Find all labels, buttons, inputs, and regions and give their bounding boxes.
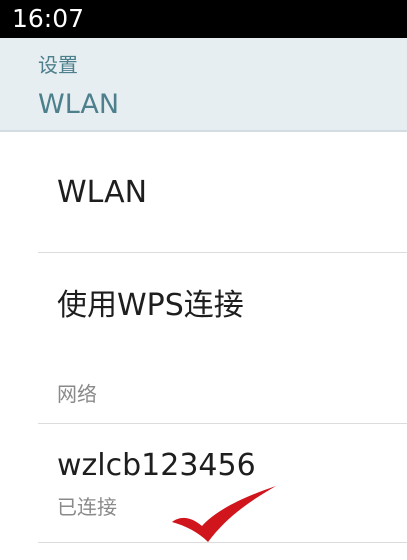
wlan-settings-screen: 16:07 设置 WLAN WLAN 使用WPS连接 网络 wzlcb12345… <box>0 0 407 560</box>
status-bar: 16:07 <box>0 0 407 38</box>
status-time: 16:07 <box>12 4 85 33</box>
network-status: 已连接 <box>57 495 117 519</box>
networks-section-label: 网络 <box>57 382 97 406</box>
networks-section-header: 网络 <box>0 365 407 423</box>
wps-connect-row[interactable]: 使用WPS连接 <box>0 253 407 365</box>
wps-connect-label: 使用WPS连接 <box>57 288 244 323</box>
wlan-toggle-row[interactable]: WLAN <box>0 132 407 252</box>
wlan-toggle-label: WLAN <box>57 175 148 210</box>
action-bar: 设置 WLAN <box>0 38 407 132</box>
page-title: WLAN <box>38 89 120 120</box>
breadcrumb-settings[interactable]: 设置 <box>38 52 78 78</box>
network-ssid: wzlcb123456 <box>57 448 256 483</box>
red-checkmark-icon <box>172 486 276 542</box>
